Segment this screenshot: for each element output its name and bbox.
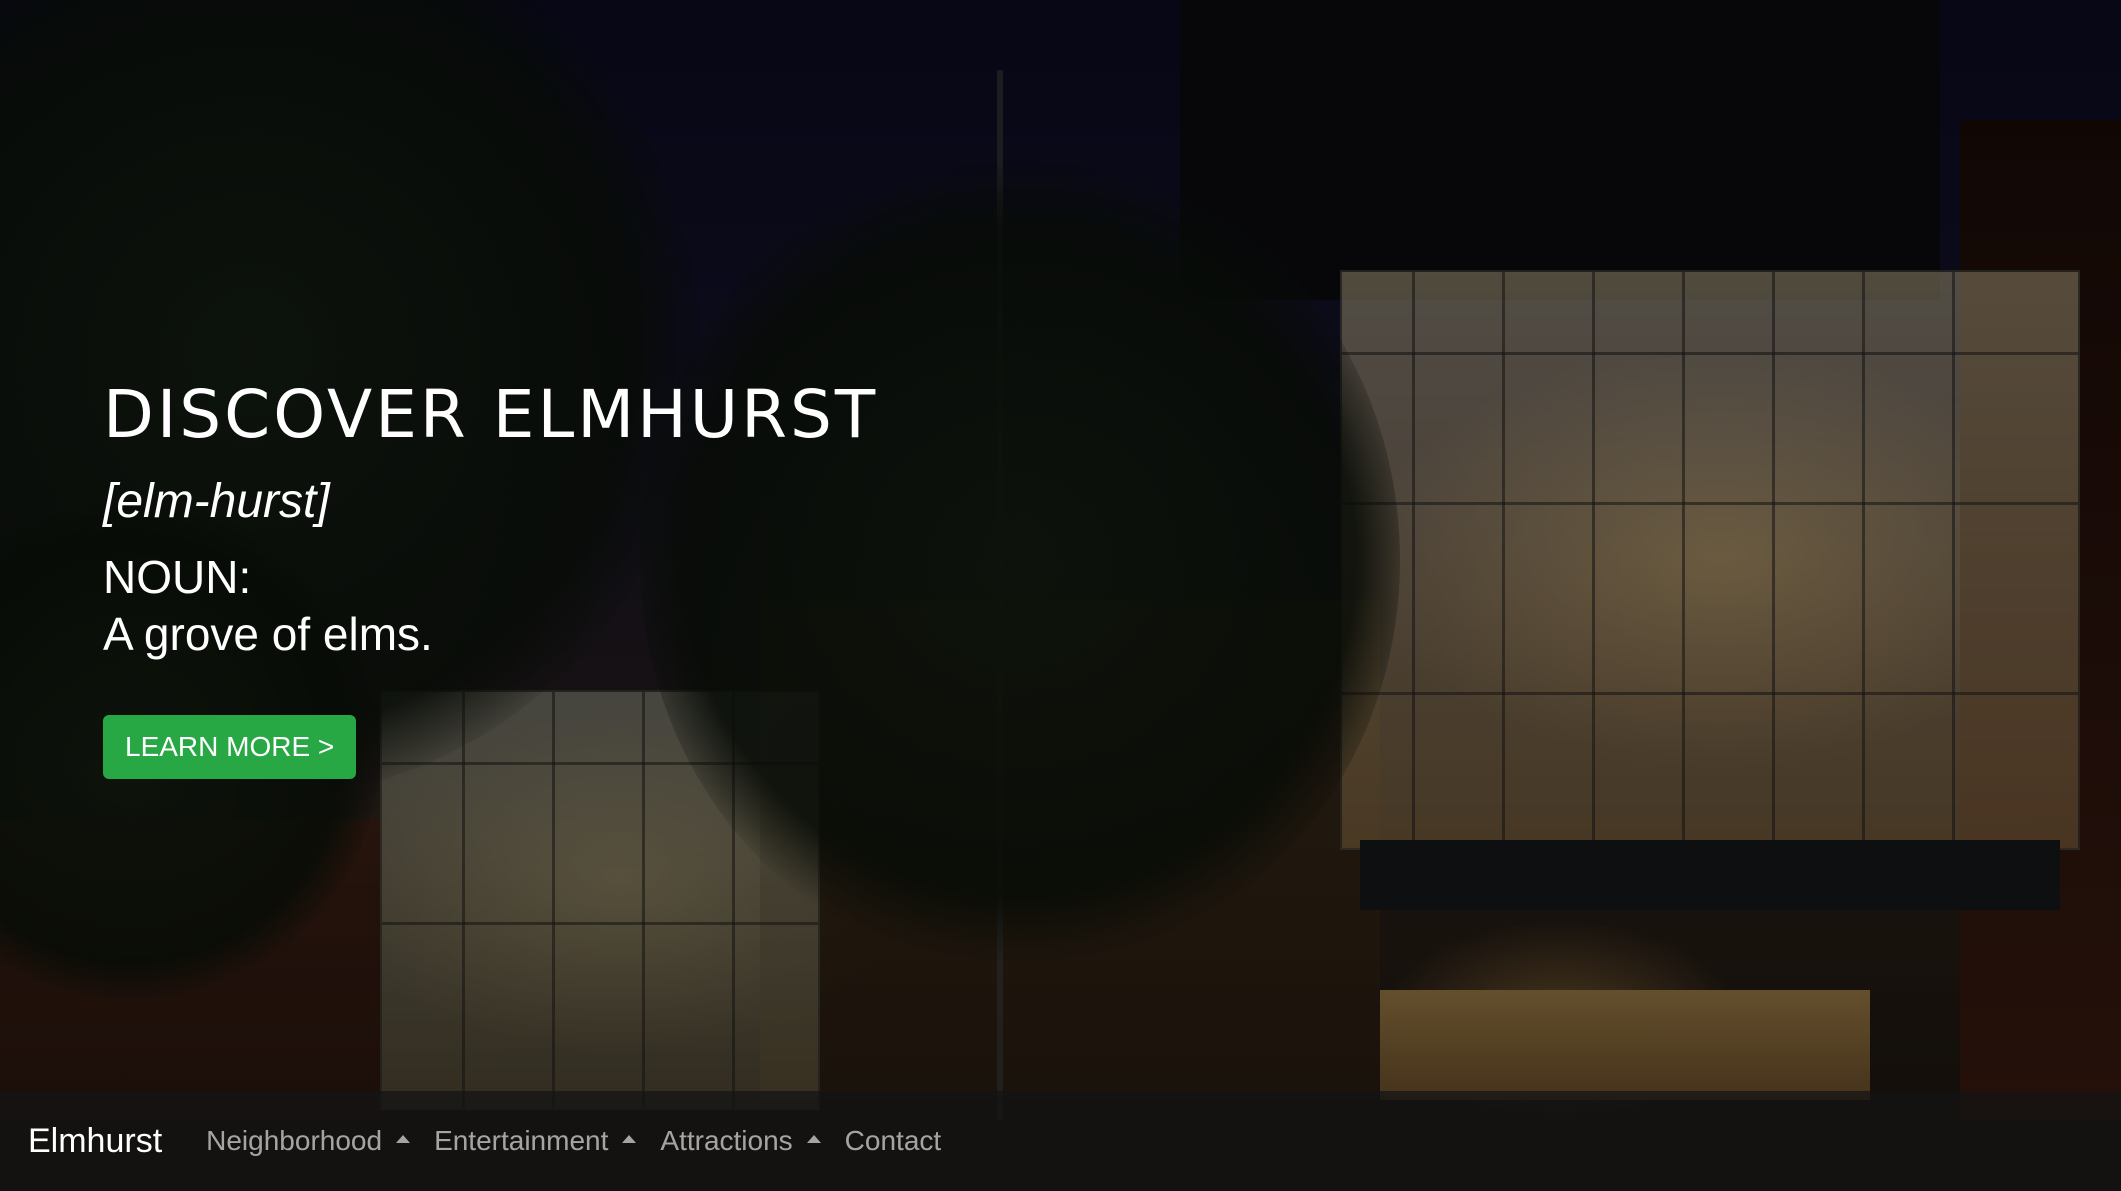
nav-item-entertainment[interactable]: Entertainment xyxy=(434,1125,637,1157)
navbar-brand[interactable]: Elmhurst xyxy=(28,1122,162,1161)
bottom-navbar: Elmhurst Neighborhood Entertainment Attr… xyxy=(0,1091,2121,1191)
hero-title: DISCOVER ELMHURST xyxy=(103,376,879,453)
caret-up-icon xyxy=(806,1135,821,1143)
caret-up-icon xyxy=(622,1135,637,1143)
nav-item-label: Neighborhood xyxy=(206,1125,383,1156)
nav-item-contact[interactable]: Contact xyxy=(845,1125,942,1157)
nav-item-label: Attractions xyxy=(660,1125,793,1156)
hero-part-of-speech: NOUN: xyxy=(103,551,252,603)
nav-item-attractions[interactable]: Attractions xyxy=(660,1125,821,1157)
hero-pronunciation: [elm-hurst] xyxy=(103,475,330,528)
nav-item-label: Contact xyxy=(844,1125,942,1156)
learn-more-button[interactable]: LEARN MORE > xyxy=(103,715,357,780)
hero-definition: A grove of elms. xyxy=(103,607,433,660)
caret-up-icon xyxy=(396,1135,411,1143)
nav-item-neighborhood[interactable]: Neighborhood xyxy=(206,1125,411,1157)
nav-item-label: Entertainment xyxy=(434,1125,609,1156)
hero-content: DISCOVER ELMHURST [elm-hurst] NOUN: A gr… xyxy=(103,376,879,780)
